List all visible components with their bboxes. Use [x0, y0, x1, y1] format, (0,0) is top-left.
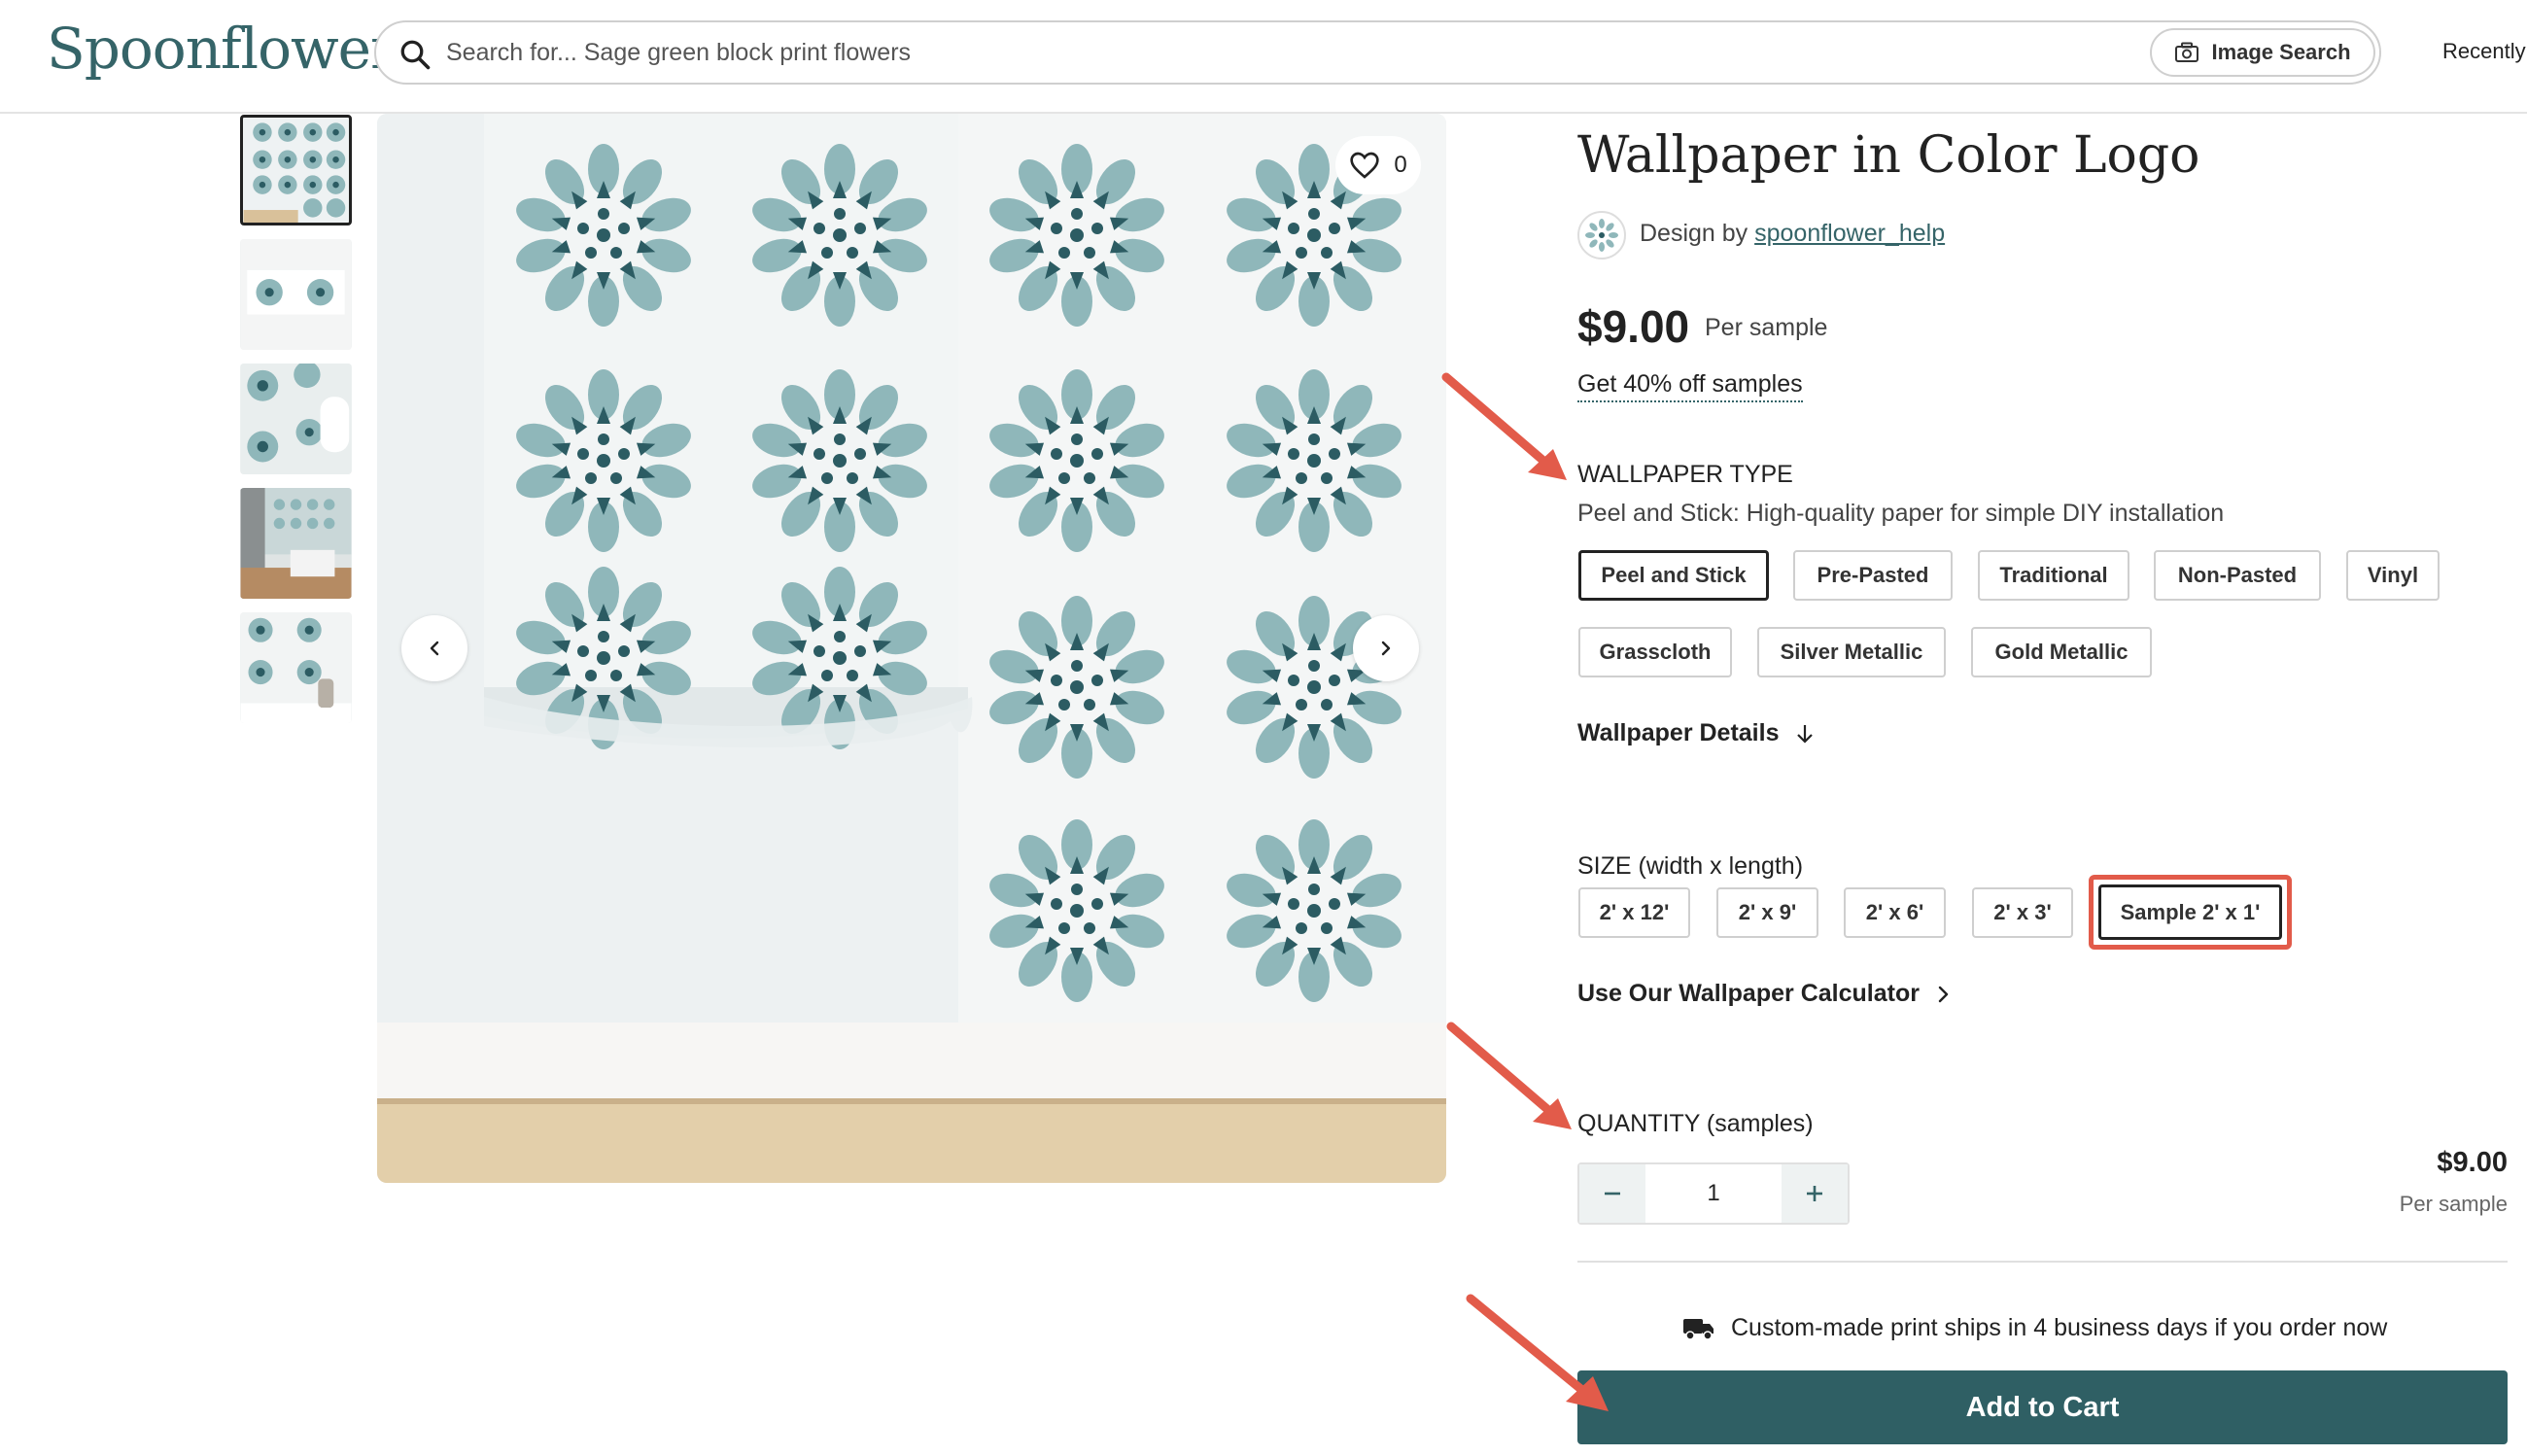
wallpaper-details-label: Wallpaper Details — [1577, 719, 1780, 746]
favorite-count: 0 — [1394, 152, 1407, 178]
size-label: SIZE (width x length) — [1577, 852, 1804, 880]
wallpaper-type-description: Peel and Stick: High-quality paper for s… — [1577, 500, 2225, 527]
quantity-label: QUANTITY (samples) — [1577, 1110, 1814, 1137]
line-total-price: $9.00 — [2437, 1147, 2508, 1178]
truck-icon — [1683, 1318, 1714, 1340]
size-option-2x12[interactable]: 2' x 12' — [1578, 887, 1690, 938]
size-option-2x3[interactable]: 2' x 3' — [1972, 887, 2073, 938]
type-option-non-pasted[interactable]: Non-Pasted — [2154, 550, 2321, 601]
quantity-increase-button[interactable] — [1782, 1164, 1848, 1223]
size-option-2x6[interactable]: 2' x 6' — [1844, 887, 1946, 938]
chevron-left-icon — [430, 641, 439, 656]
recently-viewed-link[interactable]: Recently — [2442, 39, 2526, 64]
carousel-next-button[interactable] — [1353, 615, 1419, 681]
designer-link[interactable]: spoonflower_help — [1754, 220, 1945, 247]
thumbnail-2[interactable] — [240, 239, 352, 350]
product-title: Wallpaper in Color Logo — [1577, 126, 2200, 185]
quantity-decrease-button[interactable] — [1579, 1164, 1645, 1223]
wallpaper-type-label: WALLPAPER TYPE — [1577, 461, 1793, 488]
annotation-arrow — [1441, 372, 1567, 480]
thumbnail-1[interactable] — [240, 115, 352, 225]
thumbnail-image — [243, 118, 349, 223]
annotation-arrow — [1466, 1294, 1609, 1411]
type-option-peel-and-stick[interactable]: Peel and Stick — [1578, 550, 1769, 601]
designer-credit: Design by spoonflower_help — [1640, 220, 1945, 248]
line-total-unit: Per sample — [2399, 1192, 2508, 1216]
search-input[interactable] — [446, 32, 1904, 73]
designer-avatar[interactable] — [1577, 211, 1626, 260]
type-option-silver-metallic[interactable]: Silver Metallic — [1757, 627, 1946, 677]
plus-icon — [1807, 1186, 1822, 1201]
image-search-button[interactable]: Image Search — [2150, 28, 2375, 77]
annotation-arrow — [1446, 1022, 1572, 1129]
thumbnail-4[interactable] — [240, 488, 352, 599]
image-search-label: Image Search — [2211, 40, 2351, 64]
site-header: Spoonflower Image Search Recently — [0, 0, 2527, 114]
heart-icon — [1350, 152, 1379, 179]
shipping-note-text: Custom-made print ships in 4 business da… — [1731, 1314, 2388, 1341]
add-to-cart-button[interactable]: Add to Cart — [1577, 1370, 2508, 1444]
divider — [1577, 1261, 2508, 1263]
thumbnail-image — [240, 364, 352, 474]
product-price: $9.00 — [1577, 301, 1690, 352]
chevron-right-icon — [1381, 641, 1391, 656]
camera-icon — [2175, 42, 2199, 62]
design-by-label: Design by — [1640, 220, 1748, 247]
quantity-value[interactable]: 1 — [1645, 1164, 1782, 1223]
thumbnail-image — [240, 612, 352, 723]
wallpaper-pattern-image — [377, 114, 1446, 1183]
chevron-right-icon — [1938, 986, 1949, 1002]
shipping-note: Custom-made print ships in 4 business da… — [1682, 1314, 2387, 1342]
type-option-grasscloth[interactable]: Grasscloth — [1578, 627, 1732, 677]
search-bar: Image Search — [374, 20, 2381, 85]
designer-logo-icon — [1585, 219, 1618, 252]
thumbnail-5[interactable] — [240, 612, 352, 723]
carousel-prev-button[interactable] — [401, 615, 467, 681]
annotation-highlight-box — [2089, 875, 2292, 950]
wallpaper-details-link[interactable]: Wallpaper Details — [1577, 719, 1816, 747]
quantity-stepper: 1 — [1577, 1162, 1850, 1225]
main-product-image — [377, 114, 1446, 1183]
wallpaper-calculator-label: Use Our Wallpaper Calculator — [1577, 980, 1920, 1007]
thumbnail-image — [240, 239, 352, 350]
spoonflower-logo[interactable]: Spoonflower — [47, 16, 398, 82]
type-option-traditional[interactable]: Traditional — [1978, 550, 2129, 601]
wallpaper-calculator-link[interactable]: Use Our Wallpaper Calculator — [1577, 980, 1951, 1008]
thumbnail-3[interactable] — [240, 364, 352, 474]
price-unit: Per sample — [1705, 314, 1828, 341]
thumbnail-image — [240, 488, 352, 599]
type-option-pre-pasted[interactable]: Pre-Pasted — [1793, 550, 1953, 601]
sample-discount-link[interactable]: Get 40% off samples — [1577, 370, 1803, 402]
type-option-gold-metallic[interactable]: Gold Metallic — [1971, 627, 2152, 677]
search-icon[interactable] — [398, 37, 433, 72]
size-option-2x9[interactable]: 2' x 9' — [1716, 887, 1818, 938]
favorite-button[interactable]: 0 — [1335, 136, 1421, 194]
minus-icon — [1605, 1192, 1620, 1196]
type-option-vinyl[interactable]: Vinyl — [2346, 550, 2440, 601]
arrow-down-icon — [1797, 724, 1814, 744]
